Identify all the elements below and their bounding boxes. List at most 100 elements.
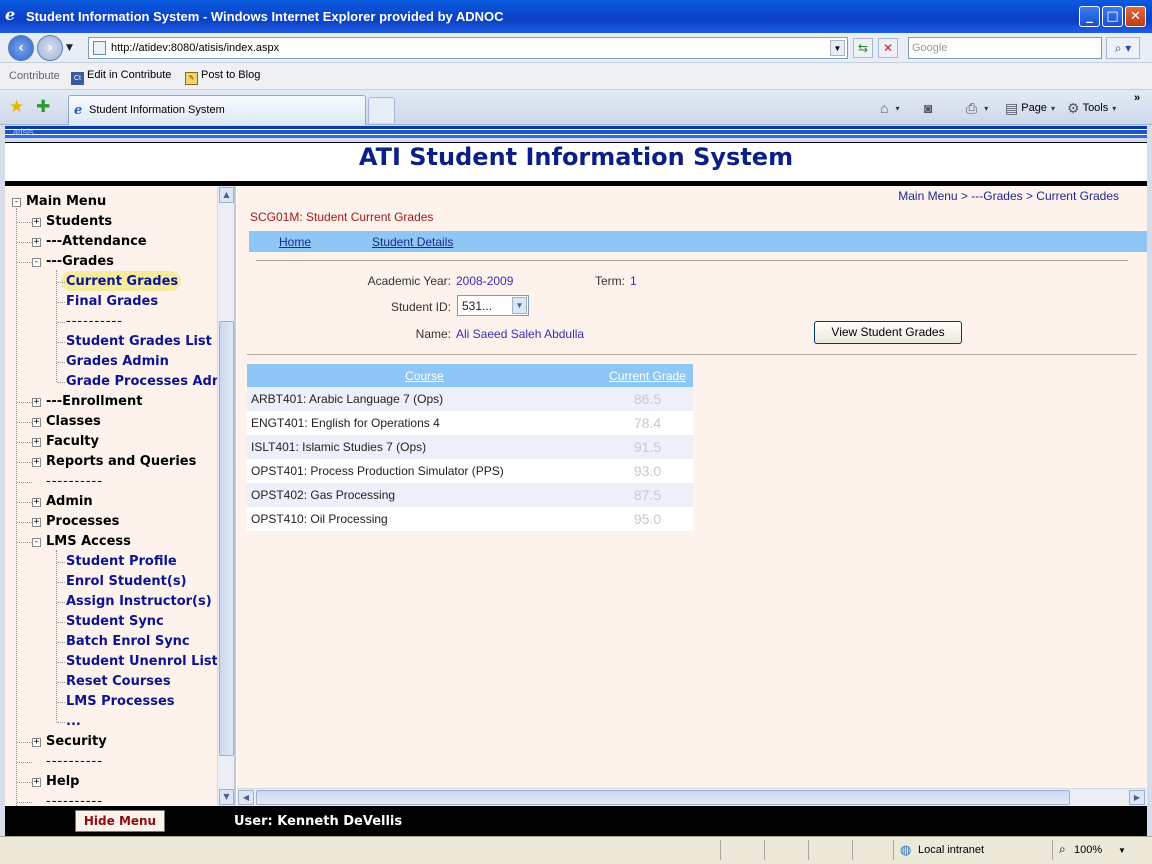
collapse-toggle-icon[interactable]: - xyxy=(32,538,41,547)
sidebar-item-final-grades[interactable]: Final Grades xyxy=(66,294,158,310)
search-input[interactable]: Google xyxy=(908,37,1102,59)
sidebar-item-admin[interactable]: Admin xyxy=(46,494,93,510)
sidebar-item-enrol-student-s[interactable]: Enrol Student(s) xyxy=(66,574,187,590)
edit-in-contribute-button[interactable]: Ct Edit in Contribute xyxy=(71,69,171,85)
sidebar-item-lms-processes[interactable]: LMS Processes xyxy=(66,694,175,710)
expand-toggle-icon[interactable]: + xyxy=(32,398,41,407)
print-icon[interactable]: ⎙ ▾ xyxy=(966,100,988,117)
sidebar-item-separator[interactable]: ... xyxy=(66,714,81,730)
sidebar-scrollbar[interactable]: ▲ ▼ xyxy=(217,186,234,806)
contribute-label: Contribute xyxy=(9,70,60,82)
horizontal-scrollbar[interactable]: ◀ ▶ xyxy=(237,788,1147,806)
horizontal-scroll-thumb[interactable] xyxy=(256,790,1070,805)
home-icon[interactable]: ⌂ ▾ xyxy=(880,100,899,116)
address-dropdown[interactable]: ▼ xyxy=(830,40,845,56)
sidebar-item-grade-processes-admin[interactable]: Grade Processes Admin xyxy=(66,374,234,390)
tab-student-information-system[interactable]: e Student Information System xyxy=(68,95,366,125)
academic-year-label: Academic Year: xyxy=(367,274,451,288)
sidebar-item-grades-admin[interactable]: Grades Admin xyxy=(66,354,169,370)
table-row: OPST401: Process Production Simulator (P… xyxy=(247,459,693,483)
collapse-toggle-icon[interactable]: - xyxy=(32,258,41,267)
menu-separator: ---------- xyxy=(66,314,123,329)
sidebar-item-classes[interactable]: Classes xyxy=(46,414,101,430)
tools-menu[interactable]: ⚙ Tools ▾ xyxy=(1067,100,1116,117)
post-to-blog-button[interactable]: ✎ Post to Blog xyxy=(185,69,260,85)
view-student-grades-button[interactable]: View Student Grades xyxy=(814,321,962,344)
sidebar-item-student-unenrol-list[interactable]: Student Unenrol List xyxy=(66,654,218,670)
home-link[interactable]: Home xyxy=(279,235,311,249)
app-footer: Hide Menu User: Kenneth DeVellis xyxy=(5,806,1147,836)
search-icon[interactable]: ⌕ ▾ xyxy=(1106,37,1140,59)
expand-toggle-icon[interactable]: + xyxy=(32,738,41,747)
favorites-star-icon[interactable]: ★ xyxy=(9,97,24,117)
refresh-icon[interactable]: ⇆ xyxy=(853,38,873,58)
student-details-link[interactable]: Student Details xyxy=(372,235,453,249)
sidebar-item-grades[interactable]: ---Grades xyxy=(46,254,114,270)
breadcrumb[interactable]: Main Menu > ---Grades > Current Grades xyxy=(898,189,1119,203)
add-favorites-icon[interactable]: ✚ xyxy=(36,97,50,117)
sidebar-item-help[interactable]: Help xyxy=(46,774,79,790)
sidebar-item-faculty[interactable]: Faculty xyxy=(46,434,99,450)
sidebar-item-enrollment[interactable]: ---Enrollment xyxy=(46,394,142,410)
expand-toggle-icon[interactable]: + xyxy=(32,418,41,427)
expand-toggle-icon[interactable]: + xyxy=(32,458,41,467)
course-cell: OPST402: Gas Processing xyxy=(247,483,602,507)
expand-toggle-icon[interactable]: + xyxy=(32,778,41,787)
expand-toggle-icon[interactable]: + xyxy=(32,238,41,247)
minimize-button[interactable]: _ xyxy=(1079,6,1100,27)
new-tab-button[interactable] xyxy=(368,97,395,123)
app-title: ATI Student Information System xyxy=(358,143,794,171)
sidebar-scroll-thumb[interactable] xyxy=(219,321,234,756)
sidebar-item-security[interactable]: Security xyxy=(46,734,107,750)
feeds-icon[interactable]: ◙ xyxy=(924,100,935,116)
scroll-up-icon[interactable]: ▲ xyxy=(219,187,234,203)
collapse-toggle-icon[interactable]: - xyxy=(12,198,21,207)
expand-toggle-icon[interactable]: + xyxy=(32,498,41,507)
zoom-icon[interactable]: ⌕ xyxy=(1059,842,1066,857)
expand-toggle-icon[interactable]: + xyxy=(32,518,41,527)
sidebar-item-student-sync[interactable]: Student Sync xyxy=(66,614,164,630)
menu-separator: ---------- xyxy=(46,474,103,489)
address-url: http://atidev:8080/atisis/index.aspx xyxy=(111,42,280,54)
chevron-more-icon[interactable]: » xyxy=(1134,92,1140,104)
sidebar-item-students[interactable]: Students xyxy=(46,214,112,230)
term-value: 1 xyxy=(630,274,637,288)
hide-menu-button[interactable]: Hide Menu xyxy=(75,810,165,832)
student-id-select[interactable]: 531... ▼ xyxy=(457,295,529,316)
expand-toggle-icon[interactable]: + xyxy=(32,218,41,227)
close-window-button[interactable]: ✕ xyxy=(1125,6,1146,27)
recent-pages-dropdown[interactable]: ▼ xyxy=(66,43,73,53)
chevron-down-icon[interactable]: ▼ xyxy=(512,297,527,314)
sidebar-item-batch-enrol-sync[interactable]: Batch Enrol Sync xyxy=(66,634,190,650)
sidebar-item-assign-instructor-s[interactable]: Assign Instructor(s) xyxy=(66,594,212,610)
page-menu[interactable]: ▤ Page ▾ xyxy=(1005,100,1055,117)
menu-root-main-menu[interactable]: Main Menu xyxy=(26,194,106,210)
zoom-dropdown[interactable]: ▼ xyxy=(1118,846,1126,855)
sidebar-item-processes[interactable]: Processes xyxy=(46,514,119,530)
scroll-down-icon[interactable]: ▼ xyxy=(219,789,234,805)
sidebar-item-reports-and-queries[interactable]: Reports and Queries xyxy=(46,454,196,470)
course-column-header[interactable]: Course xyxy=(247,364,602,387)
stop-icon[interactable]: ✕ xyxy=(878,38,898,58)
current-grade-column-header[interactable]: Current Grade xyxy=(602,364,693,387)
grade-cell: 78.4 xyxy=(602,411,693,435)
window-title-bar: e Student Information System - Windows I… xyxy=(0,0,1152,33)
student-id-label: Student ID: xyxy=(390,300,451,314)
address-field[interactable]: http://atidev:8080/atisis/index.aspx ▼ xyxy=(88,37,848,59)
sidebar-item-attendance[interactable]: ---Attendance xyxy=(46,234,147,250)
zoom-level[interactable]: 100% xyxy=(1074,844,1102,856)
sidebar-item-reset-courses[interactable]: Reset Courses xyxy=(66,674,171,690)
back-icon[interactable]: ‹ xyxy=(8,35,34,61)
expand-toggle-icon[interactable]: + xyxy=(32,438,41,447)
sidebar-item-student-grades-list[interactable]: Student Grades List xyxy=(66,334,212,350)
course-cell: OPST410: Oil Processing xyxy=(247,507,602,531)
forward-icon[interactable]: › xyxy=(37,35,63,61)
sidebar-item-lms-access[interactable]: LMS Access xyxy=(46,534,131,550)
sidebar-item-student-profile[interactable]: Student Profile xyxy=(66,554,177,570)
grade-cell: 95.0 xyxy=(602,507,693,531)
scroll-right-icon[interactable]: ▶ xyxy=(1129,790,1145,805)
ie-logo-icon: e xyxy=(5,5,16,24)
maximize-button[interactable]: □ xyxy=(1102,6,1123,27)
scroll-left-icon[interactable]: ◀ xyxy=(238,790,254,805)
sidebar-item-current-grades[interactable]: Current Grades xyxy=(66,274,178,290)
